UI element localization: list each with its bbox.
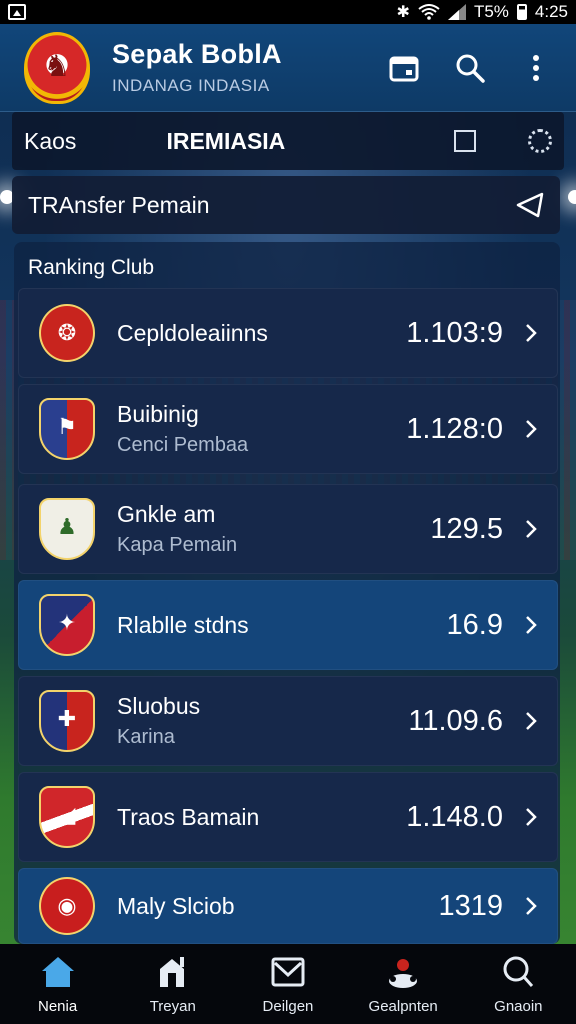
club-score: 1.148.0 <box>406 800 503 833</box>
ranking-panel: Ranking Club ❂ Cepldoleaiinns 1.103:9 ⚑ … <box>14 242 560 944</box>
club-row[interactable]: ◢ Traos Bamain 1.148.0 <box>18 772 558 862</box>
app-logo <box>24 31 90 104</box>
club-score: 1.103:9 <box>406 316 503 349</box>
club-subtitle: Kapa Pemain <box>117 534 238 556</box>
club-row[interactable]: ✚ Sluobus Karina 11.09.6 <box>18 676 558 766</box>
search-icon[interactable] <box>454 52 486 84</box>
tab-main[interactable]: IREMIASIA <box>166 128 285 155</box>
calendar-icon[interactable] <box>388 52 420 84</box>
send-icon <box>516 192 544 218</box>
nav-item-team[interactable]: Gealpnten <box>348 954 458 1015</box>
club-subtitle: Karina <box>117 726 175 748</box>
tab-bar: Kaos IREMIASIA <box>12 112 564 170</box>
nav-item-inbox[interactable]: Deilgen <box>233 954 343 1015</box>
status-bar: ✱ T5% 4:25 <box>0 0 576 24</box>
search-icon <box>500 954 536 990</box>
app-subtitle: INDANAG INDASIA <box>112 76 270 95</box>
club-crest-icon: ⚑ <box>39 398 95 460</box>
app-title: Sepak BoblA <box>112 39 282 69</box>
inbox-icon <box>270 954 306 990</box>
nav-label: Gnaoin <box>494 997 543 1015</box>
club-score: 1.128:0 <box>406 412 503 445</box>
stats-icon <box>155 954 191 990</box>
club-crest-icon: ✦ <box>39 594 95 656</box>
square-icon[interactable] <box>454 130 476 152</box>
chevron-right-icon <box>526 420 537 438</box>
club-name: Traos Bamain <box>117 803 260 830</box>
chevron-right-icon <box>526 616 537 634</box>
tab-kaos[interactable]: Kaos <box>24 128 76 155</box>
wifi-icon <box>418 4 440 20</box>
club-row[interactable]: ❂ Cepldoleaiinns 1.103:9 <box>18 288 558 378</box>
club-score: 129.5 <box>430 512 503 545</box>
club-crest-icon: ❂ <box>39 304 95 362</box>
club-crest-icon: ◉ <box>39 877 95 935</box>
club-score: 11.09.6 <box>408 704 503 737</box>
stadium-light <box>568 190 576 204</box>
club-row[interactable]: ♟ Gnkle am Kapa Pemain 129.5 <box>18 484 558 574</box>
nav-item-search[interactable]: Gnaoin <box>463 954 573 1015</box>
club-subtitle: Cenci Pembaa <box>117 434 249 456</box>
nav-label: Gealpnten <box>368 997 438 1015</box>
battery-icon <box>516 4 527 20</box>
club-name: Buibinig <box>117 401 199 427</box>
bluetooth-icon: ✱ <box>396 4 410 21</box>
club-row[interactable]: ◉ Maly Slciob 1319 <box>18 868 558 944</box>
club-score: 1319 <box>438 889 503 922</box>
club-name: Sluobus <box>117 693 201 719</box>
transfer-button[interactable]: TRAnsfer Pemain <box>12 176 560 234</box>
nav-item-home[interactable]: Nenia <box>3 954 113 1015</box>
club-crest-icon: ♟ <box>39 498 95 560</box>
team-icon <box>385 954 421 990</box>
club-score: 16.9 <box>446 608 503 641</box>
transfer-label: TRAnsfer Pemain <box>28 191 210 218</box>
club-name: Gnkle am <box>117 501 216 527</box>
club-name: Rlablle stdns <box>117 611 249 638</box>
nav-label: Nenia <box>37 997 78 1015</box>
club-row[interactable]: ⚑ Buibinig Cenci Pembaa 1.128:0 <box>18 384 558 474</box>
nav-label: Deilgen <box>262 997 314 1015</box>
chevron-right-icon <box>526 712 537 730</box>
more-vert-icon[interactable] <box>520 52 552 84</box>
club-crest-icon: ✚ <box>39 690 95 752</box>
club-name: Maly Slciob <box>117 892 235 919</box>
section-title: Ranking Club <box>28 256 155 279</box>
nav-item-stats[interactable]: Treyan <box>118 954 228 1015</box>
settings-icon[interactable] <box>528 129 552 153</box>
chevron-right-icon <box>526 897 537 915</box>
home-icon <box>40 954 76 990</box>
clock: 4:25 <box>534 2 568 21</box>
club-name: Cepldoleaiinns <box>117 319 268 346</box>
signal-icon <box>447 4 466 20</box>
app-header: Sepak BoblA INDANAG INDASIA <box>0 24 576 112</box>
club-crest-icon: ◢ <box>39 786 95 848</box>
bottom-nav: Nenia Treyan Deilgen Gealpnten Gnaoin <box>0 944 576 1024</box>
chevron-right-icon <box>526 520 537 538</box>
chevron-right-icon <box>526 808 537 826</box>
nav-label: Treyan <box>149 997 196 1015</box>
club-row[interactable]: ✦ Rlablle stdns 16.9 <box>18 580 558 670</box>
gallery-icon <box>8 4 26 20</box>
battery-percent: T5% <box>473 2 509 21</box>
chevron-right-icon <box>526 324 537 342</box>
